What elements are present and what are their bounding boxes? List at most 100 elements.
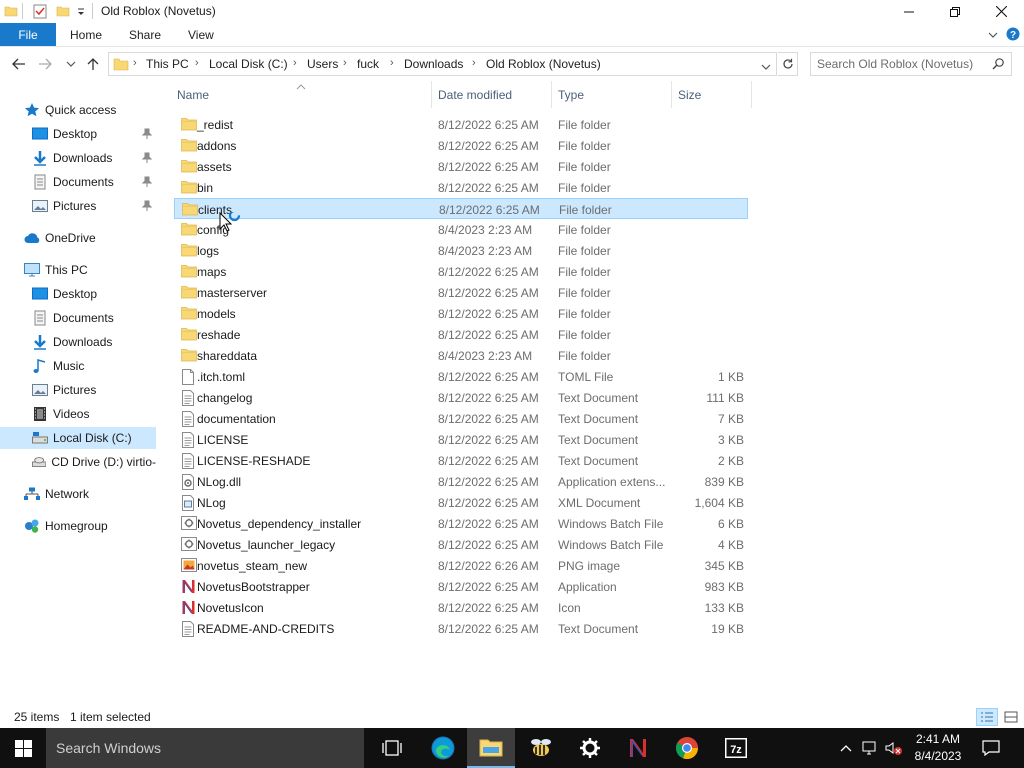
file-row[interactable]: novetus_steam_new 8/12/2022 6:26 AM PNG im… — [174, 555, 748, 576]
column-header-size[interactable]: Size — [678, 88, 701, 102]
breadcrumb-local-disk[interactable]: Local Disk (C:) — [209, 57, 288, 71]
volume-button[interactable] — [884, 728, 904, 768]
taskbar-search[interactable]: Search Windows — [46, 728, 364, 768]
column-divider[interactable] — [431, 81, 432, 108]
task-view-button[interactable] — [368, 728, 416, 768]
nav-local-disk-c[interactable]: Local Disk (C:) — [0, 427, 156, 449]
column-divider[interactable] — [551, 81, 552, 108]
forward-button[interactable] — [36, 55, 54, 73]
file-row[interactable]: Novetus_launcher_legacy 8/12/2022 6:25 AM… — [174, 534, 748, 555]
details-view-button[interactable] — [976, 708, 998, 726]
file-row[interactable]: addons 8/12/2022 6:25 AM File folder — [174, 135, 748, 156]
taskbar-novetus[interactable] — [614, 728, 662, 768]
start-button[interactable] — [0, 728, 46, 768]
action-center-button[interactable] — [976, 728, 1006, 768]
nav-quick-desktop[interactable]: Desktop — [0, 123, 156, 145]
file-row[interactable]: NovetusIcon 8/12/2022 6:25 AM Icon 133 KB — [174, 597, 748, 618]
tab-home[interactable]: Home — [70, 28, 102, 42]
back-button[interactable] — [10, 55, 28, 73]
file-row[interactable]: README-AND-CREDITS 8/12/2022 6:25 AM Text … — [174, 618, 748, 639]
file-row[interactable]: _redist 8/12/2022 6:25 AM File folder — [174, 114, 748, 135]
breadcrumb-users[interactable]: Users — [307, 57, 338, 71]
breadcrumb-user-folder[interactable]: fuck — [357, 57, 379, 71]
new-folder-icon[interactable] — [56, 4, 70, 20]
nav-network[interactable]: Network — [0, 483, 156, 505]
file-row[interactable]: reshade 8/12/2022 6:25 AM File folder — [174, 324, 748, 345]
taskbar-app-bee[interactable] — [517, 728, 565, 768]
file-row[interactable]: .itch.toml 8/12/2022 6:25 AM TOML File 1 KB — [174, 366, 748, 387]
address-history-dropdown[interactable] — [761, 61, 771, 75]
taskbar-7zip[interactable]: 7z — [712, 728, 760, 768]
file-row[interactable]: clients 8/12/2022 6:25 AM File folder — [174, 198, 748, 219]
nav-this-pc[interactable]: This PC — [0, 259, 156, 281]
search-input[interactable] — [817, 57, 987, 71]
column-header-type[interactable]: Type — [558, 88, 584, 102]
help-icon[interactable]: ? — [1006, 27, 1020, 44]
tab-view[interactable]: View — [188, 28, 214, 42]
breadcrumb-separator[interactable]: › — [195, 57, 199, 69]
file-row[interactable]: LICENSE 8/12/2022 6:25 AM Text Document 3 K… — [174, 429, 748, 450]
file-row[interactable]: Novetus_dependency_installer 8/12/2022 6:… — [174, 513, 748, 534]
network-status-button[interactable] — [860, 728, 880, 768]
minimize-button[interactable] — [886, 0, 932, 23]
nav-onedrive[interactable]: OneDrive — [0, 227, 156, 249]
file-row[interactable]: LICENSE-RESHADE 8/12/2022 6:25 AM Text Doc… — [174, 450, 748, 471]
address-bar[interactable]: › This PC › Local Disk (C:) › Users › fu… — [108, 52, 777, 76]
nav-quick-access[interactable]: Quick access — [0, 99, 156, 121]
nav-quick-pictures[interactable]: Pictures — [0, 195, 156, 217]
breadcrumb-separator[interactable]: › — [293, 57, 297, 69]
properties-icon[interactable] — [33, 4, 47, 20]
nav-pc-documents[interactable]: Documents — [0, 307, 156, 329]
column-header-date[interactable]: Date modified — [438, 88, 512, 102]
nav-cd-drive-d[interactable]: CD Drive (D:) virtio- — [0, 451, 156, 473]
tab-share[interactable]: Share — [129, 28, 161, 42]
large-icons-view-button[interactable] — [1000, 708, 1022, 726]
file-row[interactable]: bin 8/12/2022 6:25 AM File folder — [174, 177, 748, 198]
file-row[interactable]: NLog.dll 8/12/2022 6:25 AM Application ext… — [174, 471, 748, 492]
search-box[interactable] — [810, 52, 1012, 76]
column-divider[interactable] — [671, 81, 672, 108]
breadcrumb-this-pc[interactable]: This PC — [146, 57, 189, 71]
maximize-button[interactable] — [932, 0, 978, 23]
breadcrumb-separator[interactable]: › — [472, 57, 476, 69]
file-row[interactable]: shareddata 8/4/2023 2:23 AM File folder — [174, 345, 748, 366]
taskbar-settings[interactable] — [566, 728, 614, 768]
file-row[interactable]: config 8/4/2023 2:23 AM File folder — [174, 219, 748, 240]
taskbar-edge[interactable] — [419, 728, 467, 768]
file-row[interactable]: changelog 8/12/2022 6:25 AM Text Document 1… — [174, 387, 748, 408]
breadcrumb-separator[interactable]: › — [133, 57, 137, 69]
tab-file[interactable]: File — [0, 23, 56, 46]
file-row[interactable]: assets 8/12/2022 6:25 AM File folder — [174, 156, 748, 177]
recent-locations-button[interactable] — [62, 55, 80, 73]
customize-qa-dropdown-icon[interactable] — [76, 6, 86, 22]
nav-pc-desktop[interactable]: Desktop — [0, 283, 156, 305]
nav-pc-videos[interactable]: Videos — [0, 403, 156, 425]
file-row[interactable]: models 8/12/2022 6:25 AM File folder — [174, 303, 748, 324]
taskbar-clock[interactable]: 2:41 AM 8/4/2023 — [906, 731, 970, 765]
breadcrumb-separator[interactable]: › — [390, 57, 394, 69]
file-row[interactable]: maps 8/12/2022 6:25 AM File folder — [174, 261, 748, 282]
close-button[interactable] — [978, 0, 1024, 23]
refresh-button[interactable] — [778, 52, 798, 76]
nav-pc-music[interactable]: Music — [0, 355, 156, 377]
nav-pc-pictures[interactable]: Pictures — [0, 379, 156, 401]
breadcrumb-downloads[interactable]: Downloads — [404, 57, 463, 71]
expand-ribbon-icon[interactable] — [988, 29, 998, 43]
nav-quick-documents[interactable]: Documents — [0, 171, 156, 193]
nav-pc-downloads[interactable]: Downloads — [0, 331, 156, 353]
breadcrumb-separator[interactable]: › — [343, 57, 347, 69]
breadcrumb-current-folder[interactable]: Old Roblox (Novetus) — [486, 57, 601, 71]
nav-homegroup[interactable]: Homegroup — [0, 515, 156, 537]
show-hidden-icons-button[interactable] — [838, 728, 854, 768]
taskbar-chrome[interactable] — [663, 728, 711, 768]
file-row[interactable]: documentation 8/12/2022 6:25 AM Text Docum… — [174, 408, 748, 429]
column-header-name[interactable]: Name — [177, 88, 209, 102]
file-row[interactable]: NovetusBootstrapper 8/12/2022 6:25 AM Appl… — [174, 576, 748, 597]
file-row[interactable]: NLog 8/12/2022 6:25 AM XML Document 1,604 K… — [174, 492, 748, 513]
taskbar-file-explorer[interactable] — [467, 728, 515, 768]
up-button[interactable] — [84, 55, 102, 73]
nav-quick-downloads[interactable]: Downloads — [0, 147, 156, 169]
column-divider[interactable] — [751, 81, 752, 108]
search-icon[interactable] — [992, 58, 1004, 73]
file-row[interactable]: masterserver 8/12/2022 6:25 AM File folder — [174, 282, 748, 303]
